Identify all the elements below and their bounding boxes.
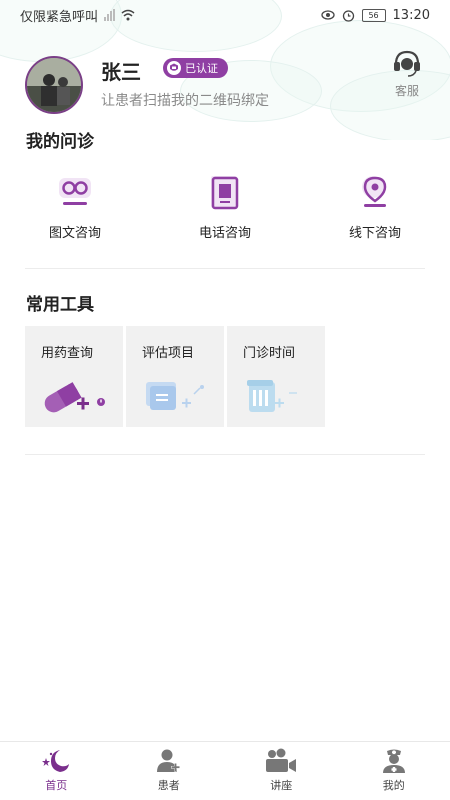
tab-label-patients: 患者 xyxy=(157,779,180,792)
chat-icon xyxy=(55,172,95,212)
battery-icon: 56 xyxy=(361,8,386,22)
doctor-name: 张三 xyxy=(101,60,141,84)
tool-clinic-hours[interactable]: 门诊时间 xyxy=(227,326,325,427)
section-title-consultation: 我的问诊 xyxy=(26,132,94,152)
divider xyxy=(25,454,425,455)
consult-label-offline: 线下咨询 xyxy=(348,226,401,241)
chat-bubble-icon xyxy=(146,382,204,410)
verified-icon xyxy=(167,61,181,75)
moon-star-icon xyxy=(42,750,70,772)
tab-patients[interactable]: 患者 xyxy=(113,742,226,800)
divider xyxy=(25,268,425,269)
tool-assessment[interactable]: 评估项目 xyxy=(126,326,224,427)
tool-label-medication: 用药查询 xyxy=(41,346,94,361)
clock: 13:20 xyxy=(392,7,430,23)
tool-medication-query[interactable]: 用药查询 xyxy=(25,326,123,427)
consult-item-phone[interactable]: 电话咨询 xyxy=(150,172,300,252)
status-bar: 仅限紧急呼叫 56 13:20 xyxy=(0,0,450,30)
carrier-text: 仅限紧急呼叫 xyxy=(20,9,99,25)
verified-badge: 已认证 xyxy=(163,58,228,78)
calendar-icon xyxy=(247,380,297,412)
tool-label-clinic-hours: 门诊时间 xyxy=(243,346,296,361)
tools-grid: 用药查询 评估项目 门诊时间 xyxy=(25,326,325,427)
headset-icon xyxy=(394,50,420,77)
phone-icon xyxy=(205,172,245,212)
person-add-icon xyxy=(156,749,180,772)
section-title-tools: 常用工具 xyxy=(26,295,94,315)
consult-label-image-text: 图文咨询 xyxy=(48,226,101,241)
qr-hint: 让患者扫描我的二维码绑定 xyxy=(101,93,269,109)
avatar[interactable] xyxy=(25,56,83,114)
customer-service-button[interactable]: 客服 xyxy=(382,50,432,99)
eye-icon xyxy=(320,10,335,20)
profile-header: 张三 已认证 让患者扫描我的二维码绑定 客服 xyxy=(0,48,450,118)
tool-label-assessment: 评估项目 xyxy=(142,346,195,361)
location-pin-icon xyxy=(355,172,395,212)
consultation-list: 图文咨询 电话咨询 线下咨询 xyxy=(0,172,450,252)
tab-mine[interactable]: 我的 xyxy=(338,742,450,800)
wifi-icon xyxy=(121,9,135,21)
consult-item-offline[interactable]: 线下咨询 xyxy=(300,172,450,252)
nurse-icon xyxy=(382,749,405,773)
tab-label-mine: 我的 xyxy=(382,779,405,792)
signal-icon xyxy=(104,9,116,21)
tab-label-lectures: 讲座 xyxy=(270,779,293,792)
service-label: 客服 xyxy=(394,84,419,98)
video-icon xyxy=(266,748,297,772)
tab-label-home: 首页 xyxy=(45,779,68,792)
battery-level: 56 xyxy=(368,10,379,20)
alarm-icon xyxy=(342,9,354,22)
verified-label: 已认证 xyxy=(185,62,218,75)
pill-icon xyxy=(44,382,105,413)
consult-item-image-text[interactable]: 图文咨询 xyxy=(0,172,150,252)
tab-lectures[interactable]: 讲座 xyxy=(225,742,338,800)
consult-label-phone: 电话咨询 xyxy=(198,226,251,241)
bottom-tab-bar: 首页 患者 讲座 我的 xyxy=(0,741,450,800)
tab-home[interactable]: 首页 xyxy=(0,742,113,800)
